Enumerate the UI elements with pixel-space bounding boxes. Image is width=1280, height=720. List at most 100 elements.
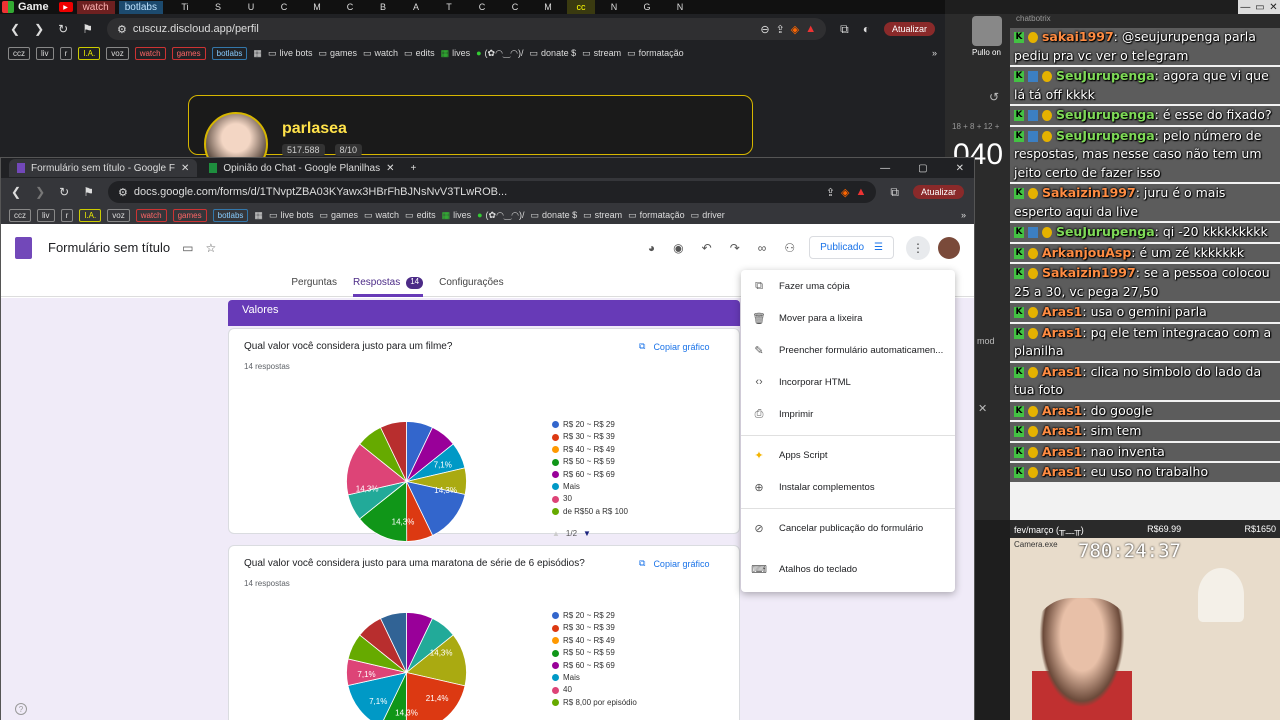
forward-icon[interactable]: ❯ (35, 185, 45, 199)
pinned-tab[interactable]: G (633, 0, 661, 15)
back-icon[interactable]: ❮ (11, 185, 21, 199)
bookmark-item[interactable]: ▭ donate $ (531, 210, 578, 221)
pinned-tab[interactable]: N (666, 0, 694, 15)
share-icon[interactable]: ⇪ (826, 186, 835, 199)
bookmark-chip[interactable]: liv (36, 46, 54, 60)
bookmark-item[interactable]: ▭ games (318, 48, 357, 59)
publish-button[interactable]: Publicado ☰ (809, 236, 894, 259)
bookmark-item[interactable]: ▭ live bots (268, 48, 313, 59)
bookmark-item[interactable]: ▭ edits (404, 48, 435, 59)
copy-chart-button[interactable]: ⧉ Copiar gráfico (639, 558, 709, 569)
bookmark-item[interactable]: ▭ formatação (628, 210, 685, 221)
tab-responses[interactable]: Respostas 14 (352, 271, 424, 297)
chat-username[interactable]: ArkanjouAsp (1042, 245, 1131, 260)
chat-username[interactable]: Aras1 (1042, 464, 1082, 479)
forms-logo-icon[interactable] (15, 236, 32, 259)
close-button[interactable]: ✕ (1269, 2, 1277, 13)
link-icon[interactable]: ∞ (758, 241, 767, 255)
bookmark-item[interactable]: ▭ games (319, 210, 358, 221)
bookmark-item[interactable]: ▦ lives (442, 210, 472, 221)
chat-username[interactable]: Aras1 (1042, 325, 1082, 340)
bookmark-chip[interactable]: botlabs (212, 208, 249, 222)
bookmark-icon[interactable]: ⚑ (82, 22, 93, 36)
chat-username[interactable]: Aras1 (1042, 403, 1082, 418)
pinned-tab[interactable]: C (270, 0, 298, 15)
chat-username[interactable]: Sakaizin1997 (1042, 185, 1136, 200)
preview-icon[interactable]: ◉ (673, 241, 683, 255)
youtube-icon[interactable]: ▶ (58, 2, 73, 12)
pinned-tab[interactable]: T (435, 0, 463, 15)
new-tab-icon[interactable]: + (410, 163, 416, 174)
maximize-button[interactable]: ▭ (1255, 2, 1264, 13)
minimize-button[interactable]: — (1240, 2, 1250, 13)
menu-item-print[interactable]: ⎙ Imprimir (741, 398, 955, 430)
chat-username[interactable]: SeuJurupenga (1056, 128, 1155, 143)
bookmark-icon[interactable]: ⚑ (83, 185, 94, 199)
bookmark-chip[interactable]: watch (135, 208, 167, 222)
pinned-tab[interactable]: C (336, 0, 364, 15)
share-icon[interactable]: ⇪ (776, 23, 785, 36)
tab-questions[interactable]: Perguntas (291, 271, 337, 296)
tab-close-icon[interactable]: ✕ (386, 163, 394, 174)
bookmark-item[interactable]: ▭ live bots (269, 210, 314, 221)
tab-forms[interactable]: Formulário sem título - Google F ✕ (9, 159, 198, 177)
extensions-icon[interactable]: ⧉ (890, 185, 899, 200)
site-info-icon[interactable]: ⚙ (118, 186, 128, 199)
bookmark-chip[interactable]: voz (106, 46, 129, 60)
bookmark-chip[interactable]: r (59, 46, 73, 60)
brave-rewards-icon[interactable]: ▲ (805, 23, 816, 35)
bookmark-item[interactable]: ▭ donate $ (530, 48, 577, 59)
bookmark-chip[interactable]: botlabs (211, 46, 248, 60)
update-button[interactable]: Atualizar (912, 185, 964, 199)
pinned-tab[interactable]: Ti (171, 0, 199, 15)
tab-sheets[interactable]: Opinião do Chat - Google Planilhas ✕ (201, 159, 402, 177)
pinned-tab-active[interactable]: cc (566, 0, 595, 15)
bookmark-item[interactable]: ▦ lives (441, 48, 471, 59)
bookmark-chip[interactable]: liv (37, 208, 55, 222)
redo-icon[interactable]: ↷ (730, 241, 740, 255)
minimize-icon[interactable]: — (880, 163, 890, 174)
form-title[interactable]: Formulário sem título (48, 240, 170, 255)
chat-username[interactable]: Aras1 (1042, 423, 1082, 438)
more-bookmarks-icon[interactable]: » (932, 48, 937, 58)
menu-item-trash[interactable]: 🗑 Mover para a lixeira (741, 302, 955, 334)
extensions-icon[interactable]: ⧉ (840, 22, 849, 37)
pinned-tab[interactable]: C (468, 0, 496, 15)
bookmark-item[interactable]: ▭ watch (363, 48, 398, 59)
more-options-icon[interactable]: ⋮ (906, 235, 930, 260)
bookmark-item[interactable]: ▭ driver (691, 210, 725, 221)
bookmark-chip[interactable]: ccz (9, 208, 31, 222)
brave-rewards-icon[interactable]: ▲ (856, 186, 867, 198)
bookmark-item[interactable]: ● (✿◠‿◠)/ (477, 210, 524, 221)
tab-settings[interactable]: Configurações (439, 271, 503, 296)
chat-username[interactable]: SeuJurupenga (1056, 68, 1155, 83)
chat-username[interactable]: SeuJurupenga (1056, 224, 1155, 239)
menu-item-unpublish[interactable]: ⊘ Cancelar publicação do formulário (741, 512, 955, 544)
chat-username[interactable]: Sakaizin1997 (1042, 265, 1136, 280)
history-icon[interactable]: ↺ (989, 90, 999, 104)
taskbar-tab-watch[interactable]: watch (76, 0, 115, 14)
pinned-tab[interactable]: N (600, 0, 628, 15)
bookmark-chip[interactable]: watch (134, 46, 166, 60)
bookmark-item[interactable]: ▭ watch (364, 210, 399, 221)
undo-icon[interactable]: ↶ (702, 241, 712, 255)
site-info-icon[interactable]: ⚙ (117, 23, 127, 36)
chat-username[interactable]: Aras1 (1042, 364, 1082, 379)
bookmark-chip[interactable]: games (171, 46, 206, 60)
menu-item-make-copy[interactable]: ⧉ Fazer uma cópia (741, 270, 955, 302)
star-icon[interactable]: ☆ (205, 241, 216, 255)
bookmark-chip[interactable]: r (60, 208, 74, 222)
copy-chart-button[interactable]: ⧉ Copiar gráfico (639, 341, 709, 352)
bookmark-chip[interactable]: I.A. (78, 46, 101, 60)
maximize-icon[interactable]: ▢ (918, 163, 927, 174)
palette-icon[interactable]: ◕ (648, 241, 655, 255)
tab-close-icon[interactable]: ✕ (181, 163, 189, 174)
menu-item-apps-script[interactable]: ✦ Apps Script (741, 439, 955, 471)
bookmark-chip[interactable]: ccz (8, 46, 30, 60)
menu-item-shortcuts[interactable]: ⌨ Atalhos do teclado (741, 553, 955, 585)
next-page-icon[interactable]: ▼ (583, 529, 591, 538)
bookmark-item[interactable]: ▭ edits (405, 210, 436, 221)
pinned-tab[interactable]: S (204, 0, 232, 15)
folder-icon[interactable]: ▭ (182, 241, 193, 255)
bookmark-item[interactable]: ▭ stream (583, 210, 622, 221)
